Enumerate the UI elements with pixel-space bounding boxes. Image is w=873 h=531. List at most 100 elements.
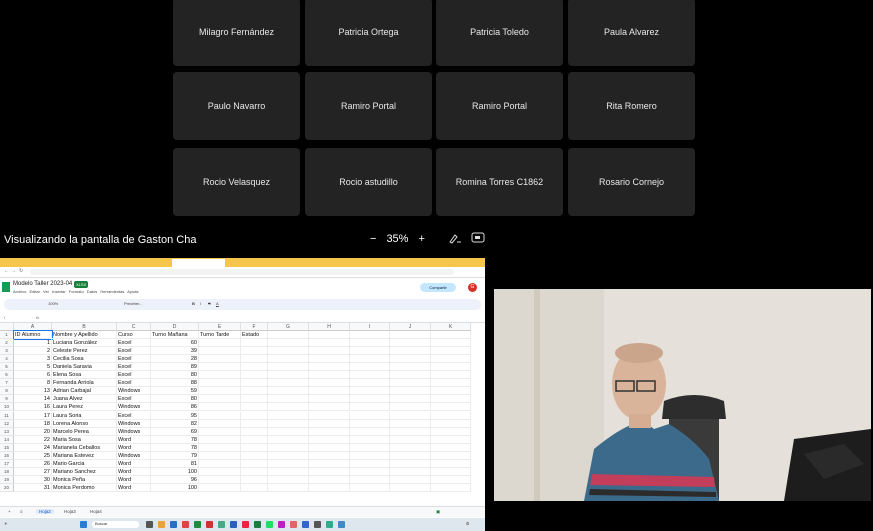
header-cell[interactable]: Nombre y Apellido [52, 331, 117, 339]
table-cell[interactable] [431, 387, 471, 396]
table-cell[interactable] [390, 363, 431, 372]
table-cell[interactable] [199, 403, 241, 412]
table-cell[interactable] [241, 443, 268, 452]
column-header[interactable]: J [390, 323, 431, 331]
table-cell[interactable]: 8 [14, 379, 52, 388]
table-cell[interactable] [431, 427, 471, 436]
taskbar-app-icon[interactable] [182, 521, 189, 528]
table-cell[interactable] [390, 435, 431, 444]
table-cell[interactable] [268, 387, 309, 396]
row-header[interactable]: 11 [0, 411, 14, 420]
forward-icon[interactable]: → [11, 268, 16, 274]
header-cell[interactable] [390, 331, 431, 339]
row-header[interactable]: 13 [0, 427, 14, 436]
table-cell[interactable] [431, 355, 471, 364]
table-cell[interactable] [390, 355, 431, 364]
table-cell[interactable]: 28 [151, 355, 199, 364]
table-cell[interactable] [390, 483, 431, 492]
table-cell[interactable]: 89 [151, 363, 199, 372]
taskbar-app-icon[interactable] [338, 521, 345, 528]
header-cell[interactable]: Estado [241, 331, 268, 339]
sheet-grid[interactable]: A B C D E F G H I J K 1 ID Alumno Nombre y Apellido Cu… [0, 323, 485, 497]
table-cell[interactable] [241, 339, 268, 348]
add-sheet-icon[interactable]: + [8, 509, 11, 514]
row-header[interactable]: 2 [0, 339, 14, 348]
table-cell[interactable] [199, 427, 241, 436]
table-cell[interactable] [268, 435, 309, 444]
table-cell[interactable]: 78 [151, 443, 199, 452]
table-cell[interactable] [268, 467, 309, 476]
table-cell[interactable] [309, 419, 350, 428]
table-cell[interactable] [431, 467, 471, 476]
column-header[interactable]: D [151, 323, 199, 331]
table-cell[interactable] [309, 347, 350, 356]
browser-tab[interactable] [284, 259, 335, 267]
table-cell[interactable]: 3 [14, 355, 52, 364]
participant-tile[interactable]: Paulo Navarro [173, 72, 300, 140]
table-cell[interactable] [199, 411, 241, 420]
taskbar-app-icon[interactable] [278, 521, 285, 528]
table-cell[interactable] [350, 395, 390, 404]
table-cell[interactable] [390, 379, 431, 388]
row-header[interactable]: 5 [0, 363, 14, 372]
table-cell[interactable]: 96 [151, 475, 199, 484]
table-cell[interactable]: Mario Garcia [52, 459, 117, 468]
table-cell[interactable] [390, 395, 431, 404]
table-cell[interactable] [268, 363, 309, 372]
table-cell[interactable] [350, 435, 390, 444]
table-cell[interactable]: Mariana Estevez [52, 451, 117, 460]
all-sheets-icon[interactable]: ≡ [20, 509, 23, 514]
table-cell[interactable]: Windows [117, 451, 151, 460]
table-cell[interactable] [431, 435, 471, 444]
url-field[interactable] [30, 269, 454, 275]
table-cell[interactable] [390, 371, 431, 380]
row-header[interactable]: 17 [0, 459, 14, 468]
clock[interactable]: ⏲ [466, 521, 469, 528]
table-cell[interactable]: Mariano Sanchez [52, 467, 117, 476]
table-cell[interactable]: 39 [151, 347, 199, 356]
table-cell[interactable]: Luciana González [52, 339, 117, 348]
table-cell[interactable] [350, 411, 390, 420]
table-cell[interactable]: Windows [117, 427, 151, 436]
table-cell[interactable] [241, 387, 268, 396]
table-cell[interactable] [350, 339, 390, 348]
table-cell[interactable] [241, 395, 268, 404]
taskbar-app-icon[interactable] [194, 521, 201, 528]
table-cell[interactable] [431, 475, 471, 484]
table-cell[interactable] [309, 371, 350, 380]
table-cell[interactable] [268, 443, 309, 452]
table-cell[interactable]: 26 [14, 459, 52, 468]
table-cell[interactable] [268, 483, 309, 492]
row-header[interactable]: 1 [0, 331, 14, 339]
sheet-tab-active[interactable]: Hoja2 [36, 509, 54, 514]
table-cell[interactable] [350, 419, 390, 428]
table-cell[interactable] [390, 475, 431, 484]
table-cell[interactable] [350, 403, 390, 412]
table-cell[interactable] [431, 379, 471, 388]
table-cell[interactable]: 14 [14, 395, 52, 404]
table-cell[interactable] [268, 379, 309, 388]
table-cell[interactable] [199, 347, 241, 356]
table-cell[interactable]: 30 [14, 475, 52, 484]
table-cell[interactable] [309, 443, 350, 452]
explore-button[interactable]: ▣ [436, 509, 440, 515]
table-cell[interactable]: Excel [117, 339, 151, 348]
table-cell[interactable] [268, 355, 309, 364]
table-cell[interactable] [309, 339, 350, 348]
table-cell[interactable] [309, 427, 350, 436]
table-cell[interactable] [350, 379, 390, 388]
table-cell[interactable] [241, 435, 268, 444]
table-cell[interactable] [390, 419, 431, 428]
table-cell[interactable]: 24 [14, 443, 52, 452]
table-cell[interactable]: Maria Sosa [52, 435, 117, 444]
table-cell[interactable]: 5 [14, 363, 52, 372]
table-cell[interactable]: 100 [151, 467, 199, 476]
table-cell[interactable] [390, 459, 431, 468]
table-cell[interactable] [350, 451, 390, 460]
formula-bar[interactable]: I fx [0, 313, 485, 323]
column-header[interactable]: C [117, 323, 151, 331]
select-all-corner[interactable] [0, 323, 14, 331]
table-cell[interactable]: 82 [151, 419, 199, 428]
table-cell[interactable] [199, 395, 241, 404]
table-cell[interactable]: 25 [14, 451, 52, 460]
